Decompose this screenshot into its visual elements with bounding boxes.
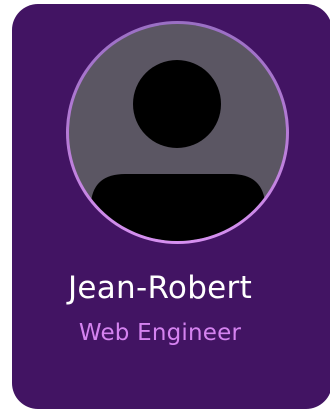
profile-name: Jean-Robert <box>67 270 253 306</box>
user-silhouette-icon <box>87 60 269 241</box>
profile-card: Jean-Robert Web Engineer <box>12 4 330 409</box>
avatar <box>66 21 289 244</box>
profile-role: Web Engineer <box>78 320 242 346</box>
avatar-face <box>69 24 286 241</box>
